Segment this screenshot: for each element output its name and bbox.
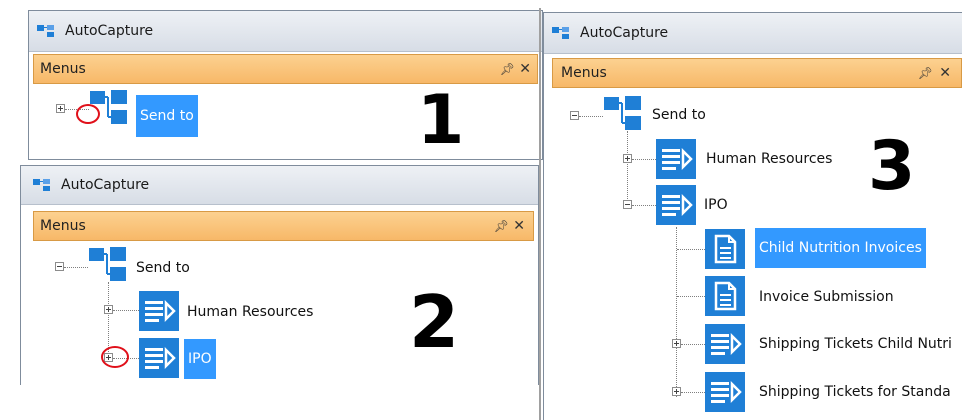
- collapse-send-to-toggle[interactable]: [55, 262, 64, 271]
- collapse-send-to-toggle[interactable]: [570, 111, 579, 120]
- tree-node-invoice-submission[interactable]: Invoice Submission: [755, 285, 898, 309]
- pin-icon[interactable]: 📌︎: [918, 67, 933, 79]
- tree-connector: [681, 392, 705, 393]
- tree-node-shipping-tickets-child-nutrition[interactable]: Shipping Tickets Child Nutri: [755, 332, 956, 356]
- document-list-arrow-icon: [705, 372, 745, 412]
- tree-node-child-nutrition-invoices[interactable]: Child Nutrition Invoices: [755, 228, 926, 268]
- tree-node-ipo[interactable]: IPO: [700, 193, 732, 217]
- title-bar: AutoCapture: [29, 11, 542, 52]
- app-tree-icon: [552, 26, 570, 40]
- document-list-arrow-icon: [139, 338, 179, 378]
- tree-connector: [627, 131, 628, 205]
- close-icon[interactable]: ✕: [513, 219, 525, 233]
- tree-connector: [113, 310, 139, 311]
- panel-step-1: AutoCapture Menus 📌︎ ✕ Send to 1: [28, 10, 543, 160]
- step-number: 3: [868, 127, 916, 206]
- document-list-arrow-icon: [139, 291, 179, 331]
- tree-node-send-to[interactable]: Send to: [648, 103, 710, 127]
- org-tree-icon: [88, 246, 128, 282]
- document-icon: [705, 229, 745, 269]
- tree-node-send-to[interactable]: Send to: [132, 256, 194, 280]
- menus-label: Menus: [40, 61, 86, 77]
- document-list-arrow-icon: [705, 324, 745, 364]
- tree-connector: [677, 296, 705, 297]
- tree-connector: [579, 116, 603, 117]
- highlight-circle: [101, 346, 129, 368]
- tree-connector: [632, 205, 656, 206]
- app-tree-icon: [37, 24, 55, 38]
- pin-icon[interactable]: 📌︎: [500, 63, 515, 75]
- expand-human-resources-toggle[interactable]: [104, 305, 113, 314]
- document-list-arrow-icon: [656, 185, 696, 225]
- collapse-ipo-toggle[interactable]: [623, 200, 632, 209]
- menus-label: Menus: [561, 65, 607, 81]
- step-number: 1: [417, 81, 465, 160]
- tree-connector: [677, 249, 705, 250]
- menus-header: Menus 📌︎ ✕: [33, 211, 534, 241]
- app-title: AutoCapture: [65, 23, 154, 39]
- app-title: AutoCapture: [580, 25, 669, 41]
- app-title: AutoCapture: [61, 177, 150, 193]
- tree-connector: [681, 344, 705, 345]
- menus-header: Menus 📌︎ ✕: [33, 54, 538, 84]
- tree-node-shipping-tickets-standard[interactable]: Shipping Tickets for Standa: [755, 380, 955, 404]
- expand-human-resources-toggle[interactable]: [623, 154, 632, 163]
- title-bar: AutoCapture: [21, 166, 538, 205]
- panel-step-3: AutoCapture Menus 📌︎ ✕ Send to Human Res…: [543, 12, 962, 420]
- highlight-circle: [76, 104, 100, 124]
- close-icon[interactable]: ✕: [519, 62, 531, 76]
- tree-node-human-resources[interactable]: Human Resources: [183, 300, 317, 324]
- menus-label: Menus: [40, 218, 86, 234]
- panel-step-2: AutoCapture Menus 📌︎ ✕ Send to Human Res…: [20, 165, 539, 385]
- expand-shipping-standard-toggle[interactable]: [672, 387, 681, 396]
- pin-icon[interactable]: 📌︎: [494, 220, 509, 232]
- expand-shipping-child-nutrition-toggle[interactable]: [672, 339, 681, 348]
- expand-send-to-toggle[interactable]: [56, 104, 65, 113]
- org-tree-icon: [603, 95, 643, 131]
- tree-node-ipo[interactable]: IPO: [184, 339, 216, 379]
- step-number: 2: [409, 280, 460, 364]
- document-list-arrow-icon: [656, 139, 696, 179]
- tree-node-human-resources[interactable]: Human Resources: [702, 147, 836, 171]
- menus-header: Menus 📌︎ ✕: [552, 58, 962, 88]
- tree-connector: [676, 227, 677, 397]
- panel-divider: [539, 8, 541, 420]
- tree-connector: [632, 159, 656, 160]
- app-tree-icon: [33, 178, 51, 192]
- close-icon[interactable]: ✕: [939, 66, 951, 80]
- tree-connector: [64, 267, 88, 268]
- title-bar: AutoCapture: [544, 13, 962, 54]
- document-icon: [705, 276, 745, 316]
- tree-node-send-to[interactable]: Send to: [136, 95, 198, 137]
